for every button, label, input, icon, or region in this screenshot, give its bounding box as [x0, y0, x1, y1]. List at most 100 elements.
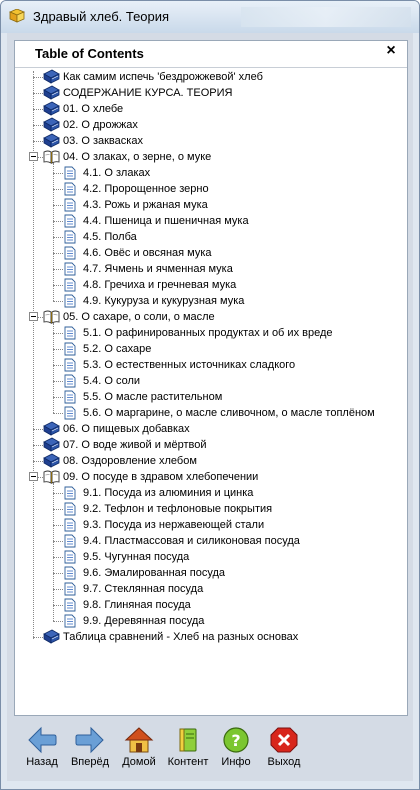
tree-leaf[interactable]: 5.5. О масле растительном	[15, 389, 407, 405]
bottom-toolbar: Назад Вперёд Домой Контент ? Инфо Выход	[14, 720, 406, 780]
page-icon	[64, 262, 76, 276]
tree-connector	[53, 237, 63, 238]
tree-connector	[53, 349, 63, 350]
toc-header: Table of Contents ×	[15, 41, 407, 68]
book-icon	[43, 101, 60, 116]
tree-leaf[interactable]: 5.3. О естественных источниках сладкого	[15, 357, 407, 373]
book-icon	[43, 437, 60, 452]
page-icon	[64, 582, 76, 596]
tree-connector	[53, 525, 63, 526]
tree-node[interactable]: 04. О злаках, о зерне, о муке	[15, 149, 407, 165]
page-icon	[64, 342, 76, 356]
tree-node[interactable]: 05. О сахаре, о соли, о масле	[15, 309, 407, 325]
tree-leaf[interactable]: 9.7. Стеклянная посуда	[15, 581, 407, 597]
tree-item-label: 4.4. Пшеница и пшеничная мука	[83, 215, 249, 227]
tree-item-label: 5.5. О масле растительном	[83, 391, 223, 403]
tree-leaf[interactable]: 4.3. Рожь и ржаная мука	[15, 197, 407, 213]
tree-item-label: 04. О злаках, о зерне, о муке	[63, 151, 212, 163]
info-button[interactable]: ? Инфо	[212, 720, 260, 776]
tree-node[interactable]: Как самим испечь 'бездрожжевой' хлеб	[15, 69, 407, 85]
home-button[interactable]: Домой	[115, 720, 163, 776]
tree-connector	[53, 541, 63, 542]
tree-node[interactable]: 02. О дрожжах	[15, 117, 407, 133]
tree-leaf[interactable]: 4.8. Гречиха и гречневая мука	[15, 277, 407, 293]
tree-leaf[interactable]: 5.2. О сахаре	[15, 341, 407, 357]
book-icon	[43, 629, 60, 644]
exit-icon	[270, 727, 298, 753]
tree-leaf[interactable]: 9.4. Пластмассовая и силиконовая посуда	[15, 533, 407, 549]
forward-button[interactable]: Вперёд	[66, 720, 114, 776]
tree-leaf[interactable]: 5.4. О соли	[15, 373, 407, 389]
tree-node[interactable]: СОДЕРЖАНИЕ КУРСА. ТЕОРИЯ	[15, 85, 407, 101]
tree-connector	[53, 205, 63, 206]
title-bar[interactable]: Здравый хлеб. Теория	[1, 1, 419, 33]
tree-connector	[53, 605, 63, 606]
tree-item-label: 07. О воде живой и мёртвой	[63, 439, 207, 451]
tree-connector	[33, 461, 43, 462]
content-button[interactable]: Контент	[164, 720, 212, 776]
tree-connector	[33, 125, 43, 126]
tree-item-label: 4.2. Пророщенное зерно	[83, 183, 209, 195]
tree-item-label: 03. О заквасках	[63, 135, 143, 147]
page-icon	[64, 294, 76, 308]
tree-leaf[interactable]: 4.7. Ячмень и ячменная мука	[15, 261, 407, 277]
tree-item-label: 9.3. Посуда из нержавеющей стали	[83, 519, 265, 531]
tree-node[interactable]: 03. О заквасках	[15, 133, 407, 149]
tree-leaf[interactable]: 5.1. О рафинированных продуктах и об их …	[15, 325, 407, 341]
exit-button[interactable]: Выход	[260, 720, 308, 776]
tree-item-label: 06. О пищевых добавках	[63, 423, 190, 435]
tree-leaf[interactable]: 9.9. Деревянная посуда	[15, 613, 407, 629]
toc-title: Table of Contents	[35, 46, 144, 61]
tree-node[interactable]: 01. О хлебе	[15, 101, 407, 117]
tree-leaf[interactable]: 4.4. Пшеница и пшеничная мука	[15, 213, 407, 229]
tree-node[interactable]: 08. Оздоровление хлебом	[15, 453, 407, 469]
tree-connector	[53, 301, 63, 302]
tree-connector	[33, 77, 43, 78]
tree-item-label: 4.1. О злаках	[83, 167, 151, 179]
back-button[interactable]: Назад	[18, 720, 66, 776]
tree-connector	[53, 333, 63, 334]
tree-leaf[interactable]: 4.6. Овёс и овсяная мука	[15, 245, 407, 261]
tree-item-label: 5.2. О сахаре	[83, 343, 152, 355]
tree-connector	[53, 509, 63, 510]
collapse-icon[interactable]	[29, 472, 38, 481]
tree-node[interactable]: Таблица сравнений - Хлеб на разных основ…	[15, 629, 407, 645]
tree-node[interactable]: 09. О посуде в здравом хлебопечении	[15, 469, 407, 485]
page-icon	[64, 182, 76, 196]
tree-connector	[53, 589, 63, 590]
page-icon	[64, 358, 76, 372]
tree-leaf[interactable]: 9.8. Глиняная посуда	[15, 597, 407, 613]
tree-node[interactable]: 07. О воде живой и мёртвой	[15, 437, 407, 453]
tree-leaf[interactable]: 4.9. Кукуруза и кукурузная мука	[15, 293, 407, 309]
tree-item-label: 9.4. Пластмассовая и силиконовая посуда	[83, 535, 300, 547]
tree-leaf[interactable]: 9.2. Тефлон и тефлоновые покрытия	[15, 501, 407, 517]
tree-connector	[53, 397, 63, 398]
tree-leaf[interactable]: 9.6. Эмалированная посуда	[15, 565, 407, 581]
page-icon	[64, 598, 76, 612]
tree-leaf[interactable]: 9.5. Чугунная посуда	[15, 549, 407, 565]
help-icon: ?	[223, 727, 249, 753]
toc-tree[interactable]: Как самим испечь 'бездрожжевой' хлеб СОДЕ…	[15, 69, 407, 709]
tree-item-label: 9.1. Посуда из алюминия и цинка	[83, 487, 254, 499]
tree-leaf[interactable]: 4.1. О злаках	[15, 165, 407, 181]
tree-node[interactable]: 06. О пищевых добавках	[15, 421, 407, 437]
tree-item-label: 5.6. О маргарине, о масле сливочном, о м…	[83, 407, 375, 419]
tree-leaf[interactable]: 9.3. Посуда из нержавеющей стали	[15, 517, 407, 533]
page-icon	[64, 230, 76, 244]
tree-item-label: 5.4. О соли	[83, 375, 141, 387]
collapse-icon[interactable]	[29, 152, 38, 161]
tree-item-label: 02. О дрожжах	[63, 119, 138, 131]
tree-leaf[interactable]: 5.6. О маргарине, о масле сливочном, о м…	[15, 405, 407, 421]
page-icon	[64, 406, 76, 420]
content-book-icon	[179, 728, 197, 752]
tree-leaf[interactable]: 4.5. Полба	[15, 229, 407, 245]
tree-item-label: 4.6. Овёс и овсяная мука	[83, 247, 212, 259]
tree-item-label: 9.5. Чугунная посуда	[83, 551, 190, 563]
tree-item-label: 9.6. Эмалированная посуда	[83, 567, 226, 579]
page-icon	[64, 326, 76, 340]
tree-leaf[interactable]: 9.1. Посуда из алюминия и цинка	[15, 485, 407, 501]
close-icon[interactable]: ×	[383, 42, 399, 60]
page-icon	[64, 614, 76, 628]
tree-leaf[interactable]: 4.2. Пророщенное зерно	[15, 181, 407, 197]
collapse-icon[interactable]	[29, 312, 38, 321]
